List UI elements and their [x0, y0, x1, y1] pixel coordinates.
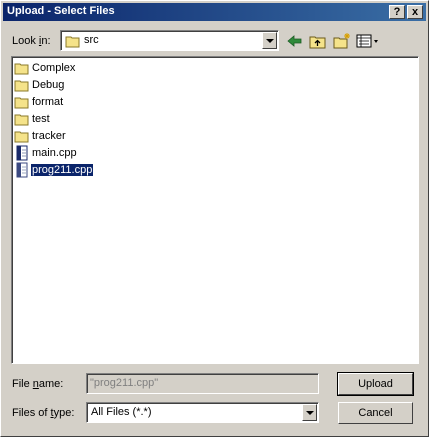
upload-button[interactable]: Upload — [337, 372, 414, 396]
item-label: test — [32, 113, 50, 125]
title-bar: Upload - Select Files ? x — [3, 3, 426, 21]
look-in-label: Look in: — [12, 35, 51, 47]
file-type-label: Files of type: — [12, 407, 75, 419]
cancel-button[interactable]: Cancel — [338, 402, 413, 424]
file-list[interactable]: Complex Debug format test tracker main.cpp pro… — [11, 56, 419, 364]
item-label: main.cpp — [32, 147, 77, 159]
look-in-value: src — [84, 34, 99, 46]
up-folder-icon[interactable] — [308, 32, 328, 50]
item-label: Debug — [32, 79, 65, 91]
item-label: format — [32, 96, 64, 108]
folder-icon — [14, 80, 29, 92]
close-button[interactable]: x — [407, 5, 423, 19]
look-in-select[interactable]: src — [60, 30, 279, 51]
file-name-input[interactable]: "prog211.cpp" — [86, 373, 319, 394]
chevron-down-icon[interactable] — [302, 404, 317, 421]
cpp-file-icon — [16, 145, 28, 161]
folder-icon — [14, 114, 29, 126]
help-button[interactable]: ? — [389, 5, 405, 19]
folder-icon — [65, 36, 80, 48]
item-label: prog211.cpp — [29, 163, 95, 177]
back-arrow-icon[interactable] — [285, 32, 305, 50]
view-menu-icon[interactable] — [355, 32, 381, 50]
dialog-title: Upload - Select Files — [7, 5, 115, 17]
folder-icon — [14, 63, 29, 75]
item-label: tracker — [32, 130, 66, 142]
folder-icon — [14, 131, 29, 143]
chevron-down-icon[interactable] — [262, 32, 277, 49]
upload-dialog: Upload - Select Files ? x Look in: src C… — [0, 0, 429, 437]
file-type-value: All Files (*.*) — [91, 406, 152, 418]
cpp-file-icon — [16, 162, 28, 178]
file-name-value: "prog211.cpp" — [90, 377, 159, 389]
file-name-label: File name: — [12, 378, 64, 390]
item-label: Complex — [32, 62, 76, 74]
file-type-select[interactable]: All Files (*.*) — [86, 402, 319, 423]
folder-icon — [14, 97, 29, 109]
new-folder-icon[interactable] — [332, 32, 352, 50]
